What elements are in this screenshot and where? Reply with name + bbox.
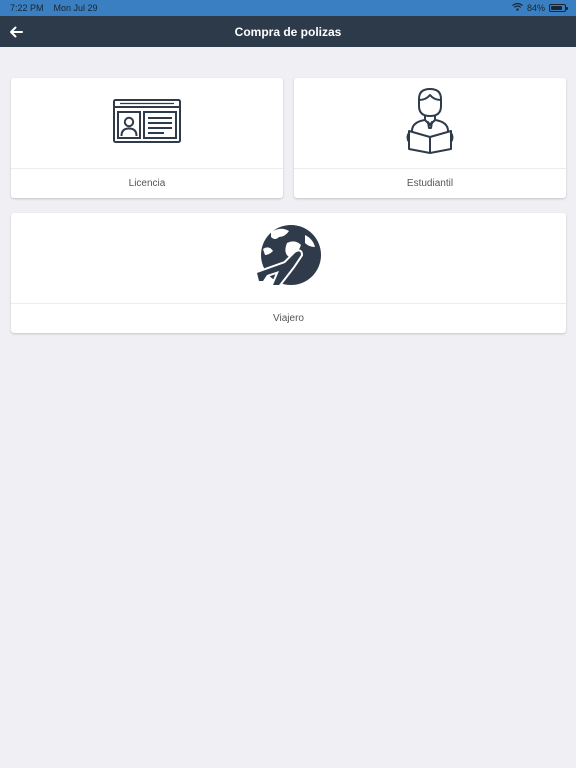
- navigation-bar: Compra de polizas: [0, 16, 576, 47]
- globe-airplane-icon: [255, 223, 323, 294]
- status-time: 7:22 PM: [10, 3, 44, 13]
- back-arrow-icon[interactable]: [4, 20, 28, 44]
- battery-fill: [551, 6, 562, 10]
- wifi-icon: [512, 2, 523, 13]
- battery-icon: [549, 4, 568, 12]
- id-card-icon: [112, 98, 182, 149]
- estudiantil-card[interactable]: Estudiantil: [294, 78, 566, 198]
- battery-percent: 84%: [526, 3, 545, 13]
- student-reading-icon: [404, 87, 456, 160]
- viajero-card[interactable]: Viajero: [11, 213, 566, 333]
- estudiantil-label: Estudiantil: [406, 178, 454, 189]
- status-date: Mon Jul 29: [53, 3, 98, 13]
- viajero-label: Viajero: [273, 313, 304, 324]
- status-bar: 7:22 PM Mon Jul 29 84%: [0, 0, 576, 16]
- licencia-label: Licencia: [128, 178, 166, 189]
- page-title: Compra de polizas: [234, 24, 342, 39]
- licencia-card[interactable]: Licencia: [11, 78, 283, 198]
